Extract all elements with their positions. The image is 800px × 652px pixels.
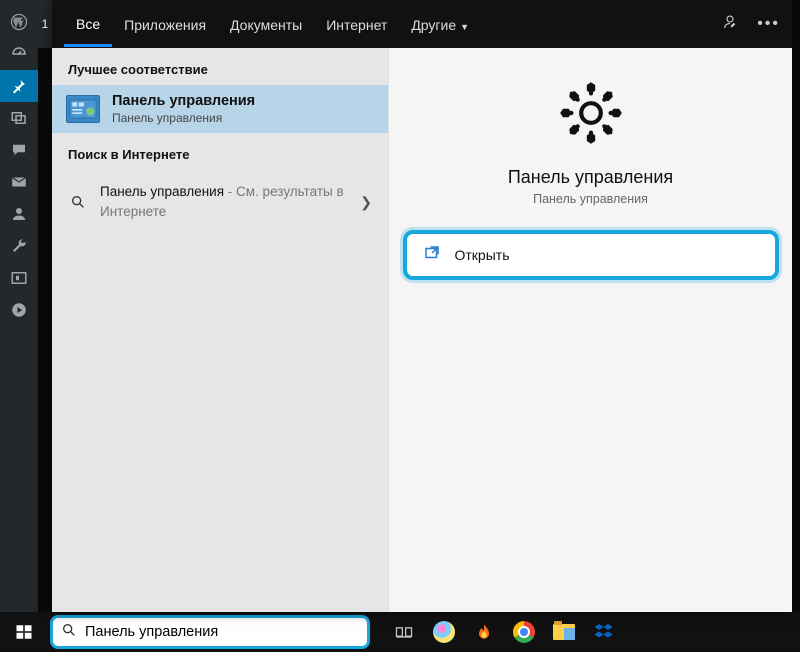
pin-icon[interactable] [0,70,38,102]
tab-other[interactable]: Другие ▼ [399,3,481,45]
mail-icon[interactable] [0,166,38,198]
search-filter-tabs: Все Приложения Документы Интернет Другие… [52,0,792,48]
taskbar-search-box[interactable] [50,615,370,649]
detail-title: Панель управления [508,167,673,188]
gear-icon [556,78,626,153]
comments-icon[interactable] [0,134,38,166]
open-action[interactable]: Открыть [403,230,779,280]
user-icon[interactable] [0,198,38,230]
best-match-subtitle: Панель управления [112,111,255,125]
dashboard-icon[interactable] [0,38,38,70]
start-search-popup: Все Приложения Документы Интернет Другие… [52,0,792,612]
best-match-header: Лучшее соответствие [52,48,388,85]
paint-app-icon[interactable] [426,612,462,652]
best-match-title: Панель управления [112,93,255,109]
web-search-header: Поиск в Интернете [52,133,388,170]
open-action-label: Открыть [455,247,510,263]
web-search-result[interactable]: Панель управления - См. результаты в Инт… [52,170,388,235]
tab-other-label: Другие [411,17,456,33]
chevron-right-icon: ❯ [360,194,372,211]
file-explorer-icon[interactable] [546,612,582,652]
taskbar [0,612,800,652]
chrome-app-icon[interactable] [506,612,542,652]
media-icon[interactable] [0,102,38,134]
open-icon [423,244,441,267]
best-match-result[interactable]: Панель управления Панель управления [52,85,388,133]
web-result-query: Панель управления [100,184,224,199]
tools-icon[interactable] [0,230,38,262]
wp-logo-icon[interactable] [0,6,38,38]
taskbar-pinned-apps [386,612,622,652]
more-options-icon[interactable]: ••• [757,15,780,33]
search-icon [68,194,88,210]
tab-internet[interactable]: Интернет [314,3,399,45]
control-panel-icon [66,95,100,123]
dropbox-app-icon[interactable] [586,612,622,652]
detail-panel: Панель управления Панель управления Откр… [388,48,792,612]
background-admin-sidebar [0,0,38,612]
flame-app-icon[interactable] [466,612,502,652]
start-button[interactable] [0,612,48,652]
play-icon[interactable] [0,294,38,326]
slider-icon[interactable] [0,262,38,294]
task-view-icon[interactable] [386,612,422,652]
tab-documents[interactable]: Документы [218,3,314,45]
detail-subtitle: Панель управления [533,192,648,206]
tab-apps[interactable]: Приложения [112,3,218,45]
search-icon [61,622,77,643]
tab-all[interactable]: Все [64,2,112,47]
background-fragment: 1 [38,0,52,48]
taskbar-search-input[interactable] [85,624,359,640]
chevron-down-icon: ▼ [460,22,469,32]
results-column: Лучшее соответствие Панель управления Па… [52,48,388,612]
feedback-icon[interactable] [721,13,739,36]
